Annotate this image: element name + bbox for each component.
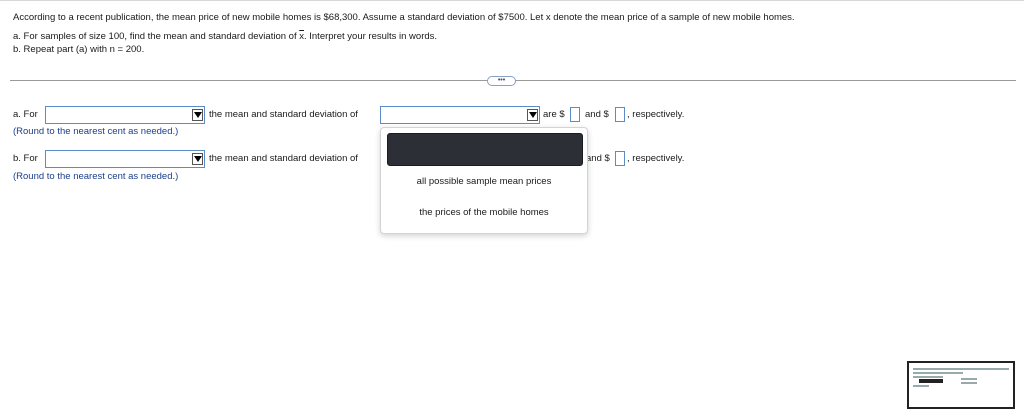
question-part-b: b. Repeat part (a) with n = 200. bbox=[13, 43, 1003, 56]
part-a-hint: (Round to the nearest cent as needed.) bbox=[13, 126, 179, 137]
part-a-label: a. For bbox=[13, 109, 38, 120]
thumbnail-line bbox=[913, 372, 963, 374]
question-main: According to a recent publication, the m… bbox=[13, 11, 1003, 24]
chevron-down-icon[interactable] bbox=[192, 109, 203, 121]
part-a-prefix: a. For samples of size 100, find the mea… bbox=[13, 31, 300, 42]
part-b-hint: (Round to the nearest cent as needed.) bbox=[13, 171, 179, 182]
thumbnail-line bbox=[961, 382, 977, 384]
thumbnail-line bbox=[961, 378, 977, 380]
part-b-text: b. Repeat part (a) with n = 200. bbox=[13, 44, 145, 55]
thumbnail-dropdown bbox=[919, 379, 943, 383]
more-options-button[interactable]: ••• bbox=[487, 76, 516, 86]
chevron-down-icon[interactable] bbox=[527, 109, 538, 121]
dropdown-highlighted-option[interactable] bbox=[387, 133, 583, 166]
part-b-text-respectively: , respectively. bbox=[627, 153, 685, 164]
dropdown-option[interactable]: all possible sample mean prices bbox=[387, 175, 581, 189]
variable-dropdown-menu: all possible sample mean prices the pric… bbox=[380, 127, 588, 234]
part-b-text-mean-sd: the mean and standard deviation of bbox=[209, 153, 358, 164]
part-a-text-are: are $ bbox=[543, 109, 565, 120]
part-a-text-mean-sd: the mean and standard deviation of bbox=[209, 109, 358, 120]
part-b-text-and: and $ bbox=[586, 153, 610, 164]
part-b-sd-input[interactable] bbox=[615, 151, 625, 166]
part-a-suffix: . Interpret your results in words. bbox=[303, 31, 438, 42]
question-main-text: According to a recent publication, the m… bbox=[13, 12, 795, 23]
thumbnail-line bbox=[913, 368, 1009, 370]
part-a-mean-input[interactable] bbox=[570, 107, 580, 122]
top-border bbox=[0, 0, 1024, 1]
part-b-label: b. For bbox=[13, 153, 38, 164]
thumbnail-line bbox=[913, 376, 943, 378]
part-a-sd-input[interactable] bbox=[615, 107, 625, 122]
chevron-down-icon[interactable] bbox=[192, 153, 203, 165]
part-a-text-and: and $ bbox=[585, 109, 609, 120]
part-b-sample-select[interactable] bbox=[45, 150, 205, 168]
question-text: According to a recent publication, the m… bbox=[13, 11, 1003, 56]
part-a-text-respectively: , respectively. bbox=[627, 109, 685, 120]
part-a-sample-select[interactable] bbox=[45, 106, 205, 124]
thumbnail-line bbox=[913, 385, 929, 387]
page-thumbnail[interactable] bbox=[907, 361, 1015, 409]
question-part-a: a. For samples of size 100, find the mea… bbox=[13, 30, 1003, 43]
part-a-variable-select[interactable] bbox=[380, 106, 540, 124]
dropdown-option[interactable]: the prices of the mobile homes bbox=[387, 206, 581, 220]
